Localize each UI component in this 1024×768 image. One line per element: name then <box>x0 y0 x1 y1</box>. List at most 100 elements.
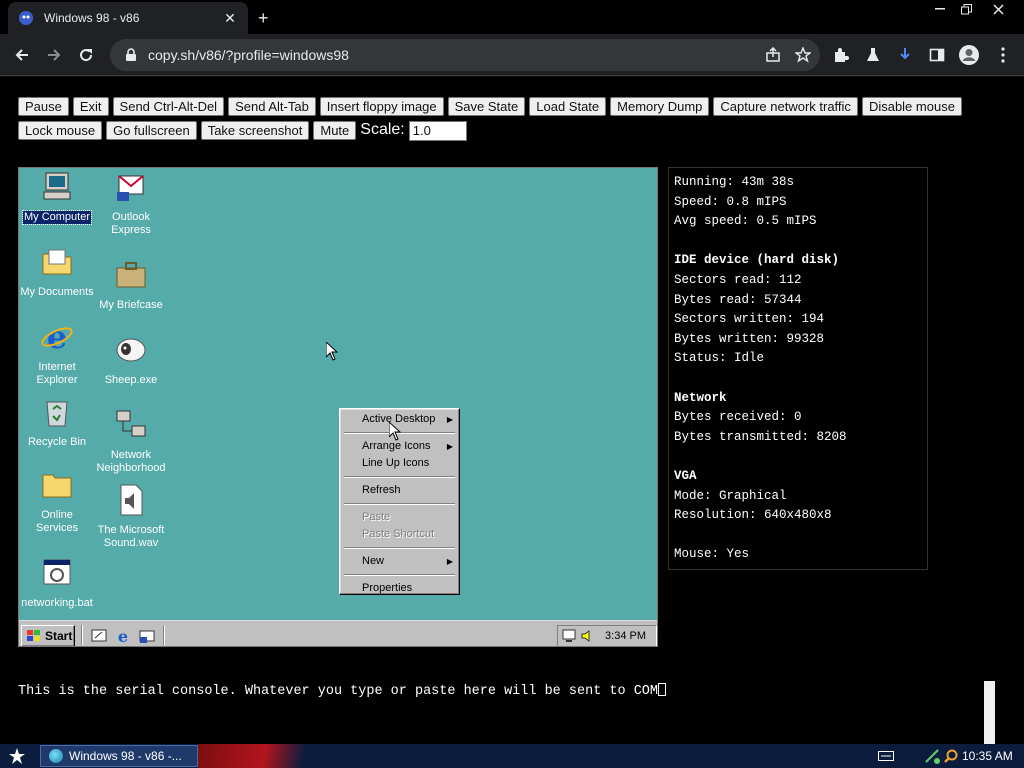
extensions-button[interactable] <box>828 42 854 68</box>
fullscreen-button[interactable]: Go fullscreen <box>106 121 197 140</box>
emulator-stats-panel: Running: 43m 38s Speed: 0.8 mIPS Avg speed… <box>668 167 928 570</box>
keyboard-tray-icon[interactable] <box>878 747 894 765</box>
screenshot-button[interactable]: Take screenshot <box>200 121 310 140</box>
lock-mouse-button[interactable]: Lock mouse <box>18 121 103 140</box>
desktop-icon-online-services[interactable]: Online Services <box>19 468 95 535</box>
show-desktop-icon[interactable] <box>91 628 107 644</box>
v86-page: Pause Exit Send Ctrl-Alt-Del Send Alt-Tab In… <box>0 77 1024 744</box>
windows-flag-icon <box>27 630 40 641</box>
volume-icon[interactable] <box>580 629 596 643</box>
vga-heading: VGA <box>674 468 697 483</box>
win98-clock[interactable]: 3:34 PM <box>605 630 646 642</box>
sheep-icon <box>116 338 146 362</box>
desktop-icon-microsoft-sound[interactable]: The Microsoft Sound.wav <box>93 483 169 550</box>
outlook-quicklaunch-icon[interactable] <box>139 628 155 644</box>
address-bar[interactable]: copy.sh/v86/?profile=windows98 <box>110 39 820 71</box>
menu-item-properties[interactable]: Properties <box>342 580 457 597</box>
serial-console[interactable]: This is the serial console. Whatever you… <box>18 681 994 744</box>
back-button[interactable] <box>9 42 35 68</box>
keyboard-icon <box>878 751 894 761</box>
desktop-icon-recycle-bin[interactable]: Recycle Bin <box>19 395 95 449</box>
avatar-icon <box>959 45 979 65</box>
network-tray-icon[interactable] <box>924 747 940 765</box>
minimize-button[interactable] <box>926 0 954 18</box>
desktop-icon-my-documents[interactable]: My Documents <box>19 245 95 299</box>
stat-bytes-written: Bytes written: 99328 <box>674 331 825 346</box>
mute-button[interactable]: Mute <box>313 121 357 140</box>
side-panel-button[interactable] <box>924 42 950 68</box>
close-window-button[interactable] <box>984 0 1012 18</box>
console-scrollbar[interactable] <box>984 681 995 744</box>
browser-menu-button[interactable] <box>990 42 1016 68</box>
menu-item-label: Properties <box>362 582 413 594</box>
reload-button[interactable] <box>73 42 99 68</box>
new-tab-button[interactable]: + <box>258 8 269 29</box>
start-button[interactable]: Start <box>21 625 75 646</box>
capture-network-button[interactable]: Capture network traffic <box>713 97 858 116</box>
submenu-arrow-icon: ▶ <box>446 415 453 424</box>
menu-item-refresh[interactable]: Refresh <box>342 482 457 499</box>
stat-mouse: Mouse: Yes <box>674 547 750 562</box>
submenu-arrow-icon: ▶ <box>446 442 453 451</box>
labs-button[interactable] <box>860 42 886 68</box>
desktop-icon-sheep[interactable]: Sheep.exe <box>93 333 169 387</box>
network-heading: Network <box>674 390 727 405</box>
search-icon <box>944 749 958 763</box>
stat-avg-speed: Avg speed: 0.5 mIPS <box>674 214 817 229</box>
quicklaunch-divider <box>163 625 165 645</box>
host-start-button[interactable] <box>6 746 28 766</box>
emulator-screen[interactable]: My Computer Outlook Express My Documents… <box>18 167 658 647</box>
menu-item-line-up-icons[interactable]: Line Up Icons <box>342 455 457 472</box>
briefcase-icon <box>116 262 146 288</box>
tab-title: Windows 98 - v86 <box>44 11 140 25</box>
desktop-icon-my-briefcase[interactable]: My Briefcase <box>93 258 169 312</box>
desktop-icon-network-neighborhood[interactable]: Network Neighborhood <box>93 408 169 475</box>
download-button[interactable] <box>892 42 918 68</box>
stat-bytes-read: Bytes read: 57344 <box>674 292 802 307</box>
send-alt-tab-button[interactable]: Send Alt-Tab <box>228 97 316 116</box>
bookmark-button[interactable] <box>790 42 816 68</box>
network-status-icon <box>925 749 940 764</box>
forward-button[interactable] <box>41 42 67 68</box>
desktop-icon-internet-explorer[interactable]: e Internet Explorer <box>19 318 95 387</box>
share-button[interactable] <box>760 42 786 68</box>
desktop-icon-outlook-express[interactable]: Outlook Express <box>93 170 169 237</box>
serial-console-text: This is the serial console. Whatever you… <box>18 684 659 699</box>
url-text[interactable]: copy.sh/v86/?profile=windows98 <box>148 47 760 63</box>
browser-tab[interactable]: Windows 98 - v86 ✕ <box>8 2 248 34</box>
icon-label: My Documents <box>20 286 94 298</box>
stat-bytes-transmitted: Bytes transmitted: 8208 <box>674 429 847 444</box>
menu-separator <box>344 476 455 478</box>
host-clock[interactable]: 10:35 AM <box>962 747 1013 765</box>
search-tray-icon[interactable] <box>943 747 959 765</box>
exit-button[interactable]: Exit <box>72 97 109 116</box>
menu-item-paste-shortcut: Paste Shortcut <box>342 526 457 543</box>
insert-floppy-button[interactable]: Insert floppy image <box>319 97 444 116</box>
scale-input[interactable]: 1.0 <box>408 121 467 141</box>
disable-mouse-button[interactable]: Disable mouse <box>861 97 962 116</box>
desktop-icon-networking-bat[interactable]: networking.bat <box>19 556 95 610</box>
load-state-button[interactable]: Load State <box>529 97 607 116</box>
host-task-browser[interactable]: Windows 98 - v86 -... <box>40 745 198 767</box>
browser-titlebar: Windows 98 - v86 ✕ + <box>0 0 1024 34</box>
tab-close-icon[interactable]: ✕ <box>222 10 238 27</box>
host-taskbar-decoration <box>198 744 308 768</box>
memory-dump-button[interactable]: Memory Dump <box>610 97 710 116</box>
desktop-icon-my-computer[interactable]: My Computer <box>19 170 95 225</box>
internet-explorer-quicklaunch-icon[interactable]: e <box>115 628 131 644</box>
send-ctrl-alt-del-button[interactable]: Send Ctrl-Alt-Del <box>112 97 225 116</box>
back-arrow-icon <box>15 49 28 61</box>
menu-item-label: Paste Shortcut <box>362 528 435 540</box>
profile-button[interactable] <box>956 42 982 68</box>
menu-item-new[interactable]: New ▶ <box>342 553 457 570</box>
forward-arrow-icon <box>48 49 61 61</box>
icon-label: Network Neighborhood <box>96 449 166 474</box>
submenu-arrow-icon: ▶ <box>446 557 453 566</box>
display-tray-icon[interactable] <box>562 629 578 643</box>
host-taskbar: Windows 98 - v86 -... 10:35 AM <box>0 744 1024 768</box>
pause-button[interactable]: Pause <box>18 97 69 116</box>
icon-label: Internet Explorer <box>36 361 78 386</box>
save-state-button[interactable]: Save State <box>447 97 526 116</box>
network-icon <box>116 410 146 437</box>
restore-button[interactable] <box>952 0 980 18</box>
